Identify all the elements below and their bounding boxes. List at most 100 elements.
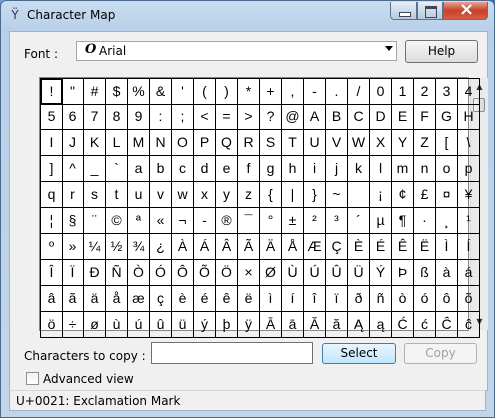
char-cell[interactable]: Ö [216,260,238,286]
char-cell[interactable]: ^ [62,156,84,182]
char-cell[interactable]: C [348,104,370,130]
char-cell[interactable]: Ą [348,312,370,338]
char-cell[interactable]: t [106,182,128,208]
char-cell[interactable]: h [282,156,304,182]
char-cell[interactable]: é [194,286,216,312]
char-cell[interactable]: ä [84,286,106,312]
char-cell[interactable]: o [436,156,458,182]
char-cell[interactable]: ª [128,208,150,234]
char-cell[interactable]: ! [40,78,63,105]
char-cell[interactable]: ò [392,286,414,312]
char-cell[interactable]: 8 [106,104,128,130]
char-cell[interactable]: ³ [326,208,348,234]
char-cell[interactable]: æ [128,286,150,312]
char-cell[interactable]: § [62,208,84,234]
char-cell[interactable]: Ã [238,234,260,260]
char-cell[interactable]: ú [128,312,150,338]
char-cell[interactable]: - [304,78,326,105]
char-cell[interactable]: i [304,156,326,182]
char-cell[interactable]: µ [370,208,392,234]
char-cell[interactable]: ê [216,286,238,312]
characters-to-copy-input[interactable] [151,342,313,364]
character-grid[interactable]: ▲ ▼ ! " # $% & '() * +, -./0 1 2 3 4 5 6 7 8 9:; < = >? @ A B C D… [39,77,488,338]
minimize-button[interactable] [390,2,417,20]
char-cell[interactable]: { [260,182,282,208]
char-cell[interactable]: ñ [370,286,392,312]
char-cell[interactable]: + [260,78,282,105]
char-cell[interactable]: ¶ [392,208,414,234]
char-cell[interactable]: ~ [326,182,348,208]
char-cell[interactable]: \ [458,130,480,156]
char-cell[interactable]: û [150,312,172,338]
char-cell[interactable]: @ [282,104,304,130]
char-cell[interactable]: " [62,78,84,105]
char-cell[interactable]: Ì [436,234,458,260]
char-cell[interactable]: B [326,104,348,130]
char-cell[interactable]: ÿ [238,312,260,338]
char-cell[interactable]: l [370,156,392,182]
char-cell[interactable]: Ñ [106,260,128,286]
char-cell[interactable]: ö [40,312,63,338]
char-cell[interactable]: X [370,130,392,156]
char-cell[interactable]: O [172,130,194,156]
char-cell[interactable]: ] [40,156,63,182]
char-cell[interactable]: ą [370,312,392,338]
char-cell[interactable]: g [260,156,282,182]
char-cell[interactable]: ï [326,286,348,312]
advanced-view-label[interactable]: Advanced view [43,372,134,386]
char-cell[interactable]: 6 [62,104,84,130]
char-cell[interactable]: ° [260,208,282,234]
char-cell[interactable]: ë [238,286,260,312]
char-cell[interactable]: º [40,234,63,260]
char-cell[interactable]: _ [84,156,106,182]
char-cell[interactable]: N [150,130,172,156]
char-cell[interactable]: K [84,130,106,156]
char-cell[interactable]: Ù [282,260,304,286]
char-cell[interactable]: b [150,156,172,182]
char-cell[interactable]: ¡ [370,182,392,208]
char-cell[interactable]: ¿ [150,234,172,260]
char-cell[interactable]: P [194,130,216,156]
char-cell[interactable]: ` [106,156,128,182]
char-cell[interactable]: ¨ [84,208,106,234]
char-cell[interactable]: # [84,78,106,105]
char-cell[interactable]: â [40,286,63,312]
char-cell[interactable]: G [436,104,458,130]
close-button[interactable] [443,0,489,20]
char-cell[interactable]: © [106,208,128,234]
select-button[interactable]: Select [322,343,396,364]
char-cell[interactable]: 4 [458,78,480,105]
char-cell[interactable]: í [282,286,304,312]
char-cell[interactable]: * [238,78,260,105]
char-cell[interactable]: % [128,78,150,105]
char-cell[interactable]: [ [436,130,458,156]
char-cell[interactable]: z [238,182,260,208]
char-cell[interactable]: ¥ [458,182,480,208]
char-cell[interactable]: ? [260,104,282,130]
char-cell[interactable]: å [106,286,128,312]
char-cell[interactable]: & [150,78,172,105]
char-cell[interactable]: } [304,182,326,208]
char-cell[interactable]: Q [216,130,238,156]
char-cell[interactable]: ± [282,208,304,234]
font-dropdown[interactable]: O Arial [76,41,397,61]
char-cell[interactable]: q [40,182,63,208]
char-cell[interactable]: Ă [304,312,326,338]
char-cell[interactable]: ü [172,312,194,338]
char-cell[interactable]: ´ [348,208,370,234]
char-cell[interactable]: î [304,286,326,312]
char-cell[interactable]: ß [414,260,436,286]
char-cell[interactable]: d [194,156,216,182]
char-cell[interactable]: M [128,130,150,156]
char-cell[interactable]: · [414,208,436,234]
advanced-view-checkbox[interactable] [26,372,39,385]
char-cell[interactable]: ¦ [40,208,63,234]
char-cell[interactable]: 7 [84,104,106,130]
char-cell[interactable]: Z [414,130,436,156]
char-cell[interactable]: à [436,260,458,286]
char-cell[interactable]: Õ [194,260,216,286]
char-cell[interactable]: Ā [260,312,282,338]
char-cell[interactable]: É [370,234,392,260]
char-cell[interactable]: V [326,130,348,156]
char-cell[interactable]: 2 [414,78,436,105]
